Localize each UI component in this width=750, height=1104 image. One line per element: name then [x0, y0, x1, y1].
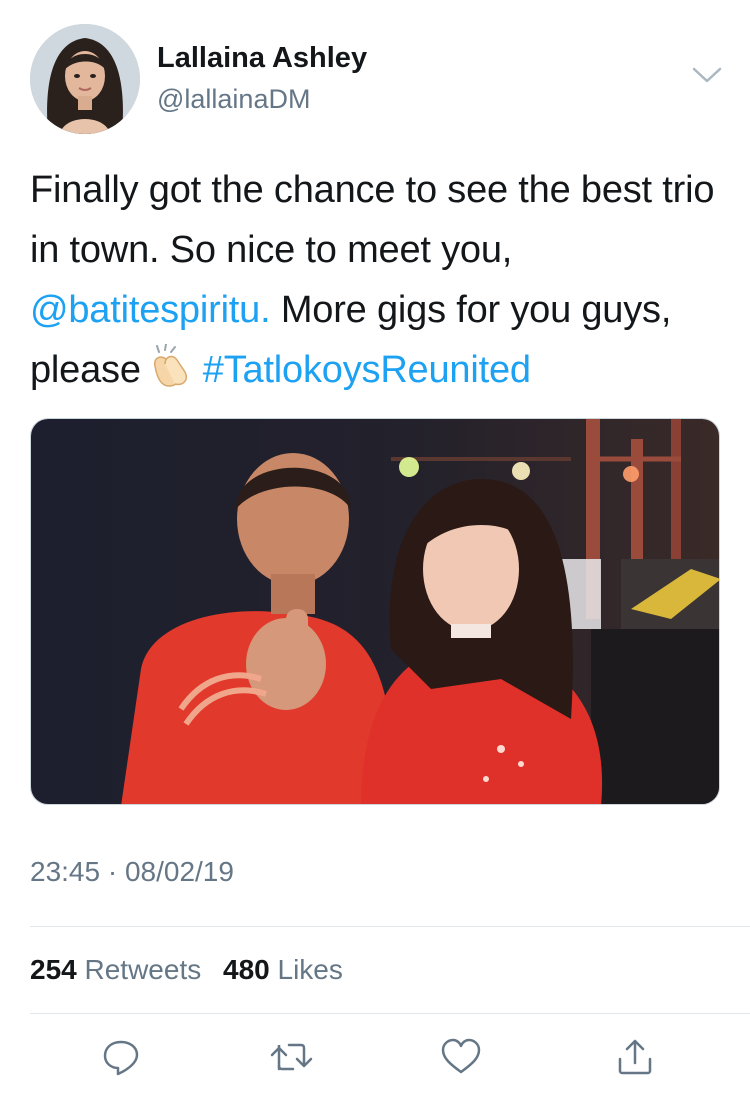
likes-stat[interactable]: 480 Likes [223, 954, 343, 985]
mention-link[interactable]: @batitespiritu. [30, 289, 271, 331]
clapping-hands-icon [147, 343, 197, 388]
hashtag-link[interactable]: #TatlokoysReunited [203, 349, 531, 391]
tweet-timestamp[interactable]: 23:45 · 08/02/19 [30, 856, 234, 888]
reply-icon[interactable] [96, 1032, 146, 1082]
author-name[interactable]: Lallaina Ashley [157, 42, 367, 75]
like-icon[interactable] [436, 1032, 486, 1082]
tweet-text: Finally got the chance to see the best t… [30, 160, 730, 400]
divider [30, 1013, 750, 1014]
divider [30, 926, 750, 927]
tweet-photo[interactable] [30, 418, 720, 805]
retweets-stat[interactable]: 254 Retweets [30, 954, 201, 985]
chevron-down-icon[interactable] [690, 64, 724, 86]
share-icon[interactable] [610, 1032, 660, 1082]
likes-count: 480 [223, 954, 270, 985]
tweet-text-part: Finally got the chance to see the best t… [30, 169, 715, 271]
retweets-count: 254 [30, 954, 77, 985]
likes-label: Likes [277, 954, 343, 985]
author-avatar[interactable] [30, 24, 140, 134]
author-handle[interactable]: @lallainaDM [157, 84, 310, 115]
retweet-icon[interactable] [266, 1032, 316, 1082]
retweets-label: Retweets [84, 954, 202, 985]
engagement-stats: 254 Retweets 480 Likes [30, 954, 357, 986]
tweet-detail: Lallaina Ashley @lallainaDM Finally got … [0, 0, 750, 1104]
